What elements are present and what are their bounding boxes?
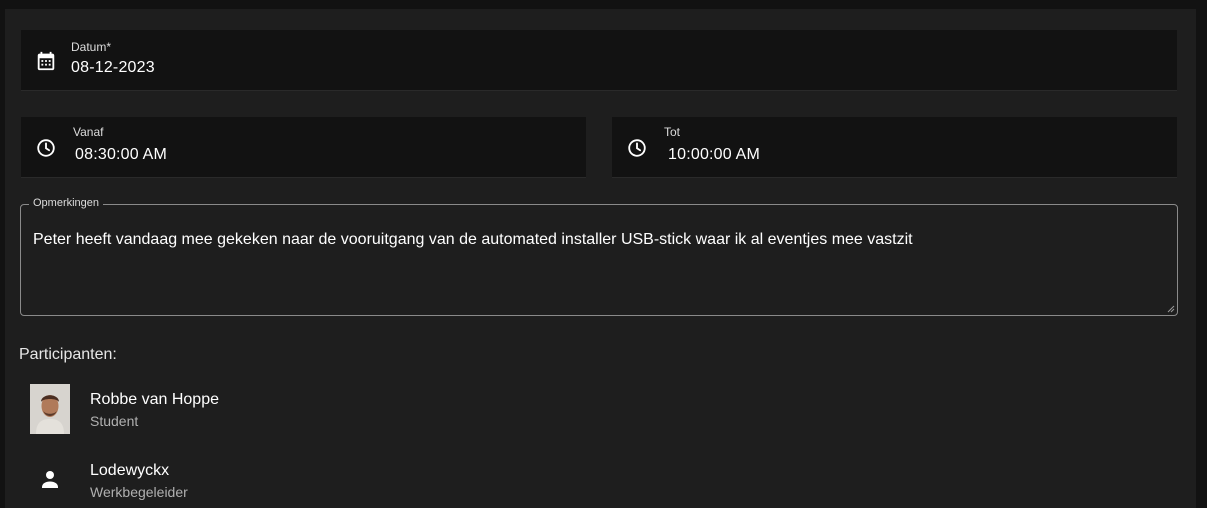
participant-item: Robbe van Hoppe Student [30,384,430,434]
participant-name: Robbe van Hoppe [90,391,219,408]
remarks-text[interactable]: Peter heeft vandaag mee gekeken naar de … [33,231,913,249]
avatar [30,384,70,434]
date-field[interactable]: Datum* 08-12-2023 [21,30,1177,91]
participants-title: Participanten: [19,346,117,363]
end-time-label: Tot [664,125,681,139]
end-time-value[interactable]: 10:00:00 AM [668,146,760,164]
form-panel: Datum* 08-12-2023 Vanaf 08:30:00 AM Tot … [5,9,1196,508]
date-label: Datum* [71,40,112,54]
resize-handle-icon[interactable] [1167,305,1175,313]
date-value[interactable]: 08-12-2023 [71,59,155,77]
avatar-photo-icon [30,384,70,434]
end-time-field[interactable]: Tot 10:00:00 AM [612,117,1177,178]
participant-name: Lodewyckx [90,462,170,479]
clock-icon[interactable] [35,137,57,159]
participant-role: Werkbegeleider [90,484,188,500]
start-time-field[interactable]: Vanaf 08:30:00 AM [21,117,586,178]
participant-item: Lodewyckx Werkbegeleider [30,455,430,505]
calendar-icon[interactable] [35,50,57,72]
start-time-value[interactable]: 08:30:00 AM [75,146,167,164]
clock-icon[interactable] [626,137,648,159]
participant-role: Student [90,413,139,429]
remarks-label: Opmerkingen [29,197,104,209]
person-icon [42,471,58,488]
start-time-label: Vanaf [73,125,104,139]
remarks-textarea[interactable]: Opmerkingen Peter heeft vandaag mee geke… [20,197,1178,316]
